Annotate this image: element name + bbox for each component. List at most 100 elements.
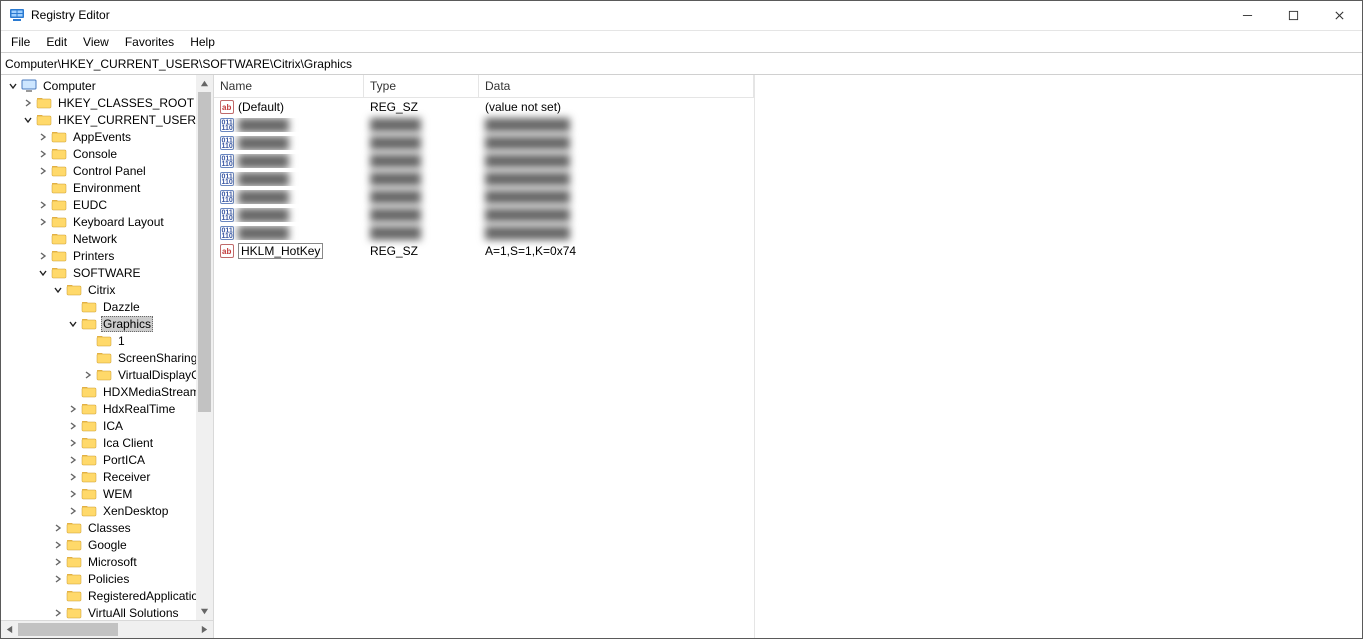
tree-node-label[interactable]: PortICA — [101, 453, 147, 467]
tree-node-label[interactable]: Google — [86, 538, 129, 552]
value-name-cell[interactable]: ██████ — [214, 190, 364, 204]
tree-node[interactable]: HKEY_CLASSES_ROOT — [1, 94, 213, 111]
value-name-cell[interactable]: ██████ — [214, 226, 364, 240]
tree-node-label[interactable]: VirtuAll Solutions — [86, 606, 181, 620]
tree-node[interactable]: SOFTWARE — [1, 264, 213, 281]
tree-node-label[interactable]: RegisteredApplications — [86, 589, 213, 603]
tree-node[interactable]: VirtualDisplayC — [1, 366, 213, 383]
tree-node[interactable]: Google — [1, 536, 213, 553]
hscroll-track[interactable] — [18, 621, 196, 638]
tree-node[interactable]: Environment — [1, 179, 213, 196]
chevron-right-icon[interactable] — [67, 403, 79, 415]
tree-node[interactable]: Control Panel — [1, 162, 213, 179]
value-name-cell[interactable]: ██████ — [214, 172, 364, 186]
menu-favorites[interactable]: Favorites — [117, 33, 182, 51]
minimize-button[interactable] — [1224, 1, 1270, 30]
value-name-cell[interactable]: ██████ — [214, 154, 364, 168]
tree-node[interactable]: RegisteredApplications — [1, 587, 213, 604]
value-row[interactable]: (Default)REG_SZ(value not set) — [214, 98, 754, 116]
scroll-left-button[interactable] — [1, 621, 18, 638]
tree-node[interactable]: Receiver — [1, 468, 213, 485]
chevron-right-icon[interactable] — [67, 488, 79, 500]
value-row[interactable]: ██████████████████████ — [214, 206, 754, 224]
value-name-cell[interactable]: (Default) — [214, 100, 364, 114]
tree-node-label[interactable]: EUDC — [71, 198, 109, 212]
tree-node-label[interactable]: HdxRealTime — [101, 402, 177, 416]
tree-node-label[interactable]: Environment — [71, 181, 142, 195]
tree-node-label[interactable]: ICA — [101, 419, 125, 433]
tree-node-label[interactable]: Control Panel — [71, 164, 148, 178]
tree-node[interactable]: Dazzle — [1, 298, 213, 315]
vscroll-thumb[interactable] — [198, 92, 211, 412]
tree-node-label[interactable]: ScreenSharing — [116, 351, 199, 365]
chevron-right-icon[interactable] — [37, 148, 49, 160]
tree-node[interactable]: Microsoft — [1, 553, 213, 570]
chevron-right-icon[interactable] — [22, 97, 34, 109]
tree-node-label[interactable]: Ica Client — [101, 436, 155, 450]
tree-node[interactable]: Keyboard Layout — [1, 213, 213, 230]
chevron-down-icon[interactable] — [37, 267, 49, 279]
maximize-button[interactable] — [1270, 1, 1316, 30]
value-row[interactable]: ██████████████████████ — [214, 152, 754, 170]
value-name-cell[interactable]: ██████ — [214, 136, 364, 150]
column-header-type[interactable]: Type — [364, 75, 479, 97]
chevron-right-icon[interactable] — [52, 607, 64, 619]
tree-node[interactable]: 1 — [1, 332, 213, 349]
tree-node-label[interactable]: WEM — [101, 487, 134, 501]
tree-node-label[interactable]: 1 — [116, 334, 127, 348]
scroll-down-button[interactable] — [196, 603, 213, 620]
tree-node-label[interactable]: AppEvents — [71, 130, 133, 144]
tree-horizontal-scrollbar[interactable] — [1, 620, 213, 638]
chevron-right-icon[interactable] — [67, 420, 79, 432]
chevron-right-icon[interactable] — [37, 165, 49, 177]
menu-view[interactable]: View — [75, 33, 117, 51]
tree-node[interactable]: HdxRealTime — [1, 400, 213, 417]
scroll-up-button[interactable] — [196, 75, 213, 92]
tree-node-label[interactable]: Printers — [71, 249, 116, 263]
column-header-data[interactable]: Data — [479, 75, 754, 97]
address-bar[interactable]: Computer\HKEY_CURRENT_USER\SOFTWARE\Citr… — [1, 52, 1362, 75]
scroll-right-button[interactable] — [196, 621, 213, 638]
close-button[interactable] — [1316, 1, 1362, 30]
chevron-down-icon[interactable] — [52, 284, 64, 296]
tree-node-label[interactable]: Console — [71, 147, 119, 161]
tree-node-label[interactable]: Citrix — [86, 283, 117, 297]
chevron-right-icon[interactable] — [67, 454, 79, 466]
tree-node-label[interactable]: XenDesktop — [101, 504, 170, 518]
tree-node-label[interactable]: HKEY_CLASSES_ROOT — [56, 96, 196, 110]
tree-node[interactable]: Classes — [1, 519, 213, 536]
tree-node[interactable]: Graphics — [1, 315, 213, 332]
menu-file[interactable]: File — [3, 33, 38, 51]
tree-node[interactable]: AppEvents — [1, 128, 213, 145]
chevron-right-icon[interactable] — [52, 573, 64, 585]
tree-node-label[interactable]: Policies — [86, 572, 131, 586]
tree-node[interactable]: ICA — [1, 417, 213, 434]
chevron-right-icon[interactable] — [82, 369, 94, 381]
vscroll-track[interactable] — [196, 92, 213, 603]
hscroll-thumb[interactable] — [18, 623, 118, 636]
tree-node[interactable]: XenDesktop — [1, 502, 213, 519]
value-name-cell[interactable]: ██████ — [214, 208, 364, 222]
tree-node-label[interactable]: SOFTWARE — [71, 266, 143, 280]
tree-node-label[interactable]: Graphics — [101, 316, 153, 332]
value-row[interactable]: ██████████████████████ — [214, 188, 754, 206]
chevron-down-icon[interactable] — [7, 80, 19, 92]
tree-node[interactable]: WEM — [1, 485, 213, 502]
tree-node[interactable]: Citrix — [1, 281, 213, 298]
tree-node[interactable]: PortICA — [1, 451, 213, 468]
tree-node-label[interactable]: Dazzle — [101, 300, 142, 314]
value-row[interactable]: HKLM_HotKeyREG_SZA=1,S=1,K=0x74 — [214, 242, 754, 260]
menu-edit[interactable]: Edit — [38, 33, 75, 51]
tree-node[interactable]: Computer — [1, 77, 213, 94]
value-name-edit[interactable]: HKLM_HotKey — [238, 243, 323, 259]
value-row[interactable]: ██████████████████████ — [214, 134, 754, 152]
chevron-right-icon[interactable] — [67, 437, 79, 449]
tree-node[interactable]: HDXMediaStream — [1, 383, 213, 400]
tree-node[interactable]: EUDC — [1, 196, 213, 213]
tree-node-label[interactable]: Computer — [41, 79, 98, 93]
column-header-name[interactable]: Name — [214, 75, 364, 97]
chevron-down-icon[interactable] — [22, 114, 34, 126]
menu-help[interactable]: Help — [182, 33, 223, 51]
tree-node[interactable]: Network — [1, 230, 213, 247]
tree-node-label[interactable]: Receiver — [101, 470, 152, 484]
